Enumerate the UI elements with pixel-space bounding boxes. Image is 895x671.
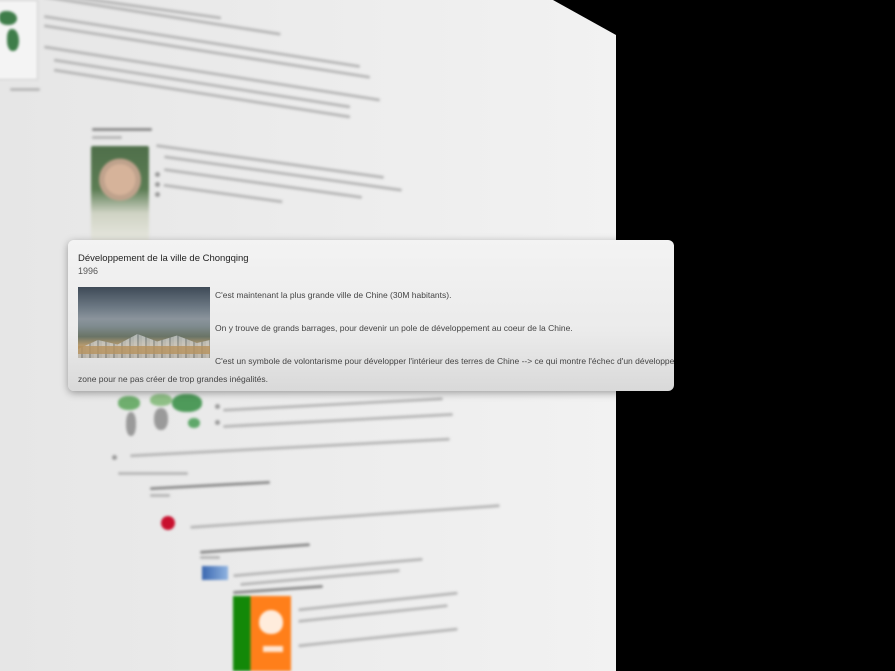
world-map-thumbnail <box>0 0 38 80</box>
event-title: Développement de la ville de Chongqing <box>78 253 249 264</box>
event-paragraph: C'est maintenant la plus grande ville de… <box>215 290 452 300</box>
person-photo <box>91 146 149 242</box>
event-paragraph: zone pour ne pas créer de trop grandes i… <box>78 374 268 384</box>
chongqing-photo <box>78 287 210 358</box>
event-paragraph: C'est un symbole de volontarisme pour dé… <box>215 356 674 366</box>
event-detail-card[interactable]: Développement de la ville de Chongqing 1… <box>68 240 674 391</box>
bjp-logo <box>233 596 291 671</box>
china-flag-dot <box>161 516 175 530</box>
event-paragraph: On y trouve de grands barrages, pour dev… <box>215 323 573 333</box>
event-year: 1996 <box>78 266 99 276</box>
document-thumbnail <box>202 566 228 580</box>
world-map-image <box>112 392 204 444</box>
